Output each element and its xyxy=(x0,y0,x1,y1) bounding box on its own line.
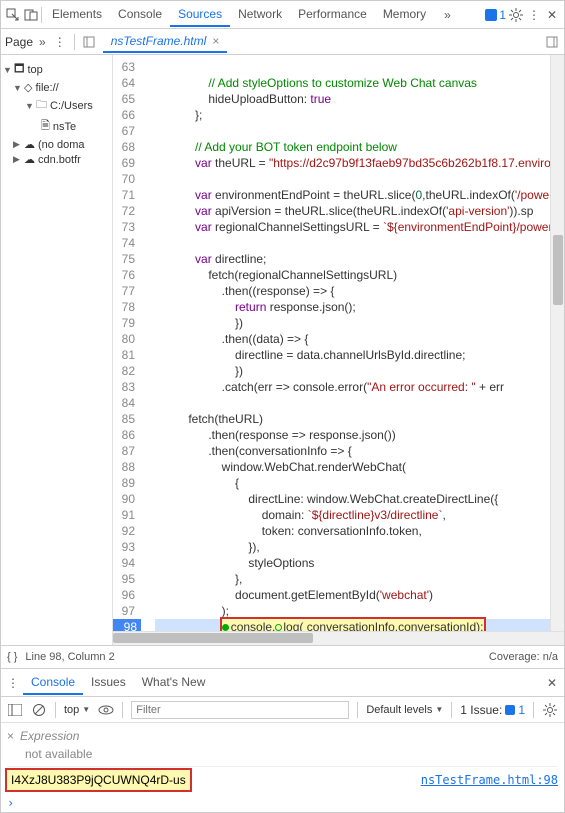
page-pane-label[interactable]: Page xyxy=(5,35,33,49)
scrollbar-thumb[interactable] xyxy=(113,633,313,643)
clear-console-icon[interactable] xyxy=(31,702,47,718)
drawer-tab-issues[interactable]: Issues xyxy=(83,671,134,695)
open-file-name: nsTestFrame.html xyxy=(111,34,207,48)
filter-input[interactable] xyxy=(131,701,349,719)
code-content[interactable]: // Add styleOptions to customize Web Cha… xyxy=(149,55,564,631)
tree-file-scheme[interactable]: ▼◇ file:// xyxy=(1,80,112,95)
code-editor[interactable]: 6364656667686970717273747576777879808182… xyxy=(113,55,564,631)
sources-sub-toolbar: Page » ⋮ nsTestFrame.html × xyxy=(1,29,564,55)
console-prompt[interactable]: › xyxy=(1,794,564,812)
tab-console[interactable]: Console xyxy=(110,3,170,27)
divider xyxy=(357,702,358,718)
device-toggle-icon[interactable] xyxy=(23,7,39,23)
inspect-icon[interactable] xyxy=(5,7,21,23)
kebab-menu-icon[interactable]: ⋮ xyxy=(526,7,542,23)
coverage-status[interactable]: Coverage: n/a xyxy=(489,651,558,663)
navigate-right-icon[interactable] xyxy=(544,34,560,50)
page-pane-overflow[interactable]: » xyxy=(39,35,46,49)
tab-overflow[interactable]: » xyxy=(436,4,459,26)
tab-elements[interactable]: Elements xyxy=(44,3,110,27)
tab-memory[interactable]: Memory xyxy=(375,3,434,27)
warnings-badge[interactable]: 1 xyxy=(485,8,506,22)
drawer-tabs: ⋮ ConsoleIssuesWhat's New ✕ xyxy=(1,669,564,697)
tree-cdn-botfr[interactable]: ▶☁ cdn.botfr xyxy=(1,152,112,167)
editor-status-bar: { } Line 98, Column 2 Coverage: n/a xyxy=(1,645,564,669)
log-levels-dropdown[interactable]: Default levels ▼ xyxy=(366,704,443,716)
divider xyxy=(122,702,123,718)
console-log-row[interactable]: I4XzJ8U383P9jQCUWNQ4rD-us nsTestFrame.ht… xyxy=(7,770,558,790)
vertical-scrollbar[interactable] xyxy=(550,55,564,631)
close-expression-icon[interactable]: × xyxy=(7,727,14,745)
console-output[interactable]: × Expression not available I4XzJ8U383P9j… xyxy=(1,723,564,794)
log-source-link[interactable]: nsTestFrame.html:98 xyxy=(421,771,558,789)
live-expression-row[interactable]: × Expression xyxy=(7,727,558,745)
context-selector[interactable]: top ▼ xyxy=(64,704,90,716)
divider xyxy=(533,702,534,718)
tab-sources[interactable]: Sources xyxy=(170,3,230,27)
expression-label: Expression xyxy=(20,727,79,745)
tab-network[interactable]: Network xyxy=(230,3,290,27)
tree-top[interactable]: ▼🗖 top xyxy=(1,59,112,80)
live-expression-icon[interactable] xyxy=(98,702,114,718)
cursor-position: Line 98, Column 2 xyxy=(25,651,114,663)
issues-link[interactable]: 1 Issue: 1 xyxy=(460,703,525,717)
drawer-tab-what-s-new[interactable]: What's New xyxy=(134,671,214,695)
log-message: I4XzJ8U383P9jQCUWNQ4rD-us xyxy=(7,770,190,790)
horizontal-scrollbar[interactable] xyxy=(113,631,564,645)
drawer-tab-console[interactable]: Console xyxy=(23,671,83,695)
tab-performance[interactable]: Performance xyxy=(290,3,375,27)
console-toolbar: top ▼ Default levels ▼ 1 Issue: 1 xyxy=(1,697,564,723)
line-gutter[interactable]: 6364656667686970717273747576777879808182… xyxy=(113,55,149,631)
expression-result: not available xyxy=(7,745,558,763)
settings-gear-icon[interactable] xyxy=(508,7,524,23)
open-file-tab[interactable]: nsTestFrame.html × xyxy=(103,31,228,53)
divider xyxy=(74,34,75,50)
scrollbar-thumb[interactable] xyxy=(553,235,563,305)
close-drawer-icon[interactable]: ✕ xyxy=(544,675,560,691)
divider xyxy=(55,702,56,718)
divider xyxy=(41,7,42,23)
tree-folder-cusers[interactable]: ▼🗀 C:/Users xyxy=(1,95,112,116)
navigate-left-icon[interactable] xyxy=(81,34,97,50)
close-devtools-icon[interactable]: ✕ xyxy=(544,7,560,23)
braces-icon[interactable]: { } xyxy=(7,651,17,663)
kebab-menu-icon[interactable]: ⋮ xyxy=(5,675,21,691)
tree-no-domain[interactable]: ▶☁ (no doma xyxy=(1,137,112,152)
sidebar-toggle-icon[interactable] xyxy=(7,702,23,718)
tree-file-nste[interactable]: 🗎 nsTe xyxy=(1,116,112,137)
divider xyxy=(451,702,452,718)
close-tab-icon[interactable]: × xyxy=(212,34,219,48)
devtools-main-tabs: ElementsConsoleSourcesNetworkPerformance… xyxy=(1,1,564,29)
kebab-menu-icon[interactable]: ⋮ xyxy=(52,34,68,50)
console-settings-gear-icon[interactable] xyxy=(542,702,558,718)
file-tree-sidebar[interactable]: ▼🗖 top ▼◇ file:// ▼🗀 C:/Users 🗎 nsTe ▶☁ … xyxy=(1,55,113,645)
